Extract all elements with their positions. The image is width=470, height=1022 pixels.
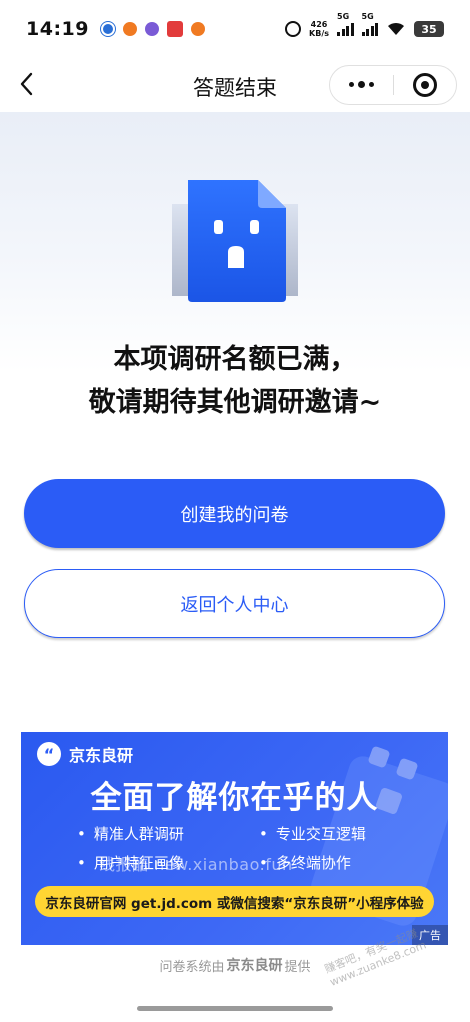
nav-bar: 答题结束: [0, 58, 470, 112]
signal-label: 5G: [361, 12, 374, 21]
more-menu-button[interactable]: [330, 81, 393, 88]
network-speed: 426 KB/s: [309, 20, 329, 38]
network-speed-value: 426: [310, 20, 328, 29]
footer-brand: 京东良研: [226, 958, 283, 974]
network-speed-unit: KB/s: [309, 29, 329, 38]
app-notification-icon: [100, 22, 115, 36]
back-to-profile-button[interactable]: 返回个人中心: [24, 569, 445, 638]
status-indicators: 426 KB/s 5G 5G 35: [285, 12, 444, 38]
footer-suffix: 提供: [284, 959, 311, 975]
close-miniprogram-button[interactable]: [394, 73, 456, 97]
overlay-watermark: 线报酷 new.xianbao.fun: [99, 855, 293, 874]
footer-prefix: 问卷系统由: [159, 959, 225, 975]
ad-headline: 全面了解你在乎的人: [90, 780, 379, 816]
miniprogram-capsule: [329, 65, 457, 105]
app-notification-icon: [190, 22, 205, 36]
target-icon: [412, 73, 437, 97]
brand-logo-icon: “: [37, 742, 61, 766]
home-indicator[interactable]: [137, 1006, 333, 1011]
alarm-icon: [285, 21, 302, 37]
app-notification-icon: [166, 21, 183, 37]
create-survey-button[interactable]: 创建我的问卷: [24, 479, 445, 548]
notification-icons: [100, 21, 205, 37]
battery-icon: 35: [414, 21, 444, 37]
ad-brand-name: 京东良研: [69, 746, 134, 765]
ad-banner[interactable]: “ 京东良研 全面了解你在乎的人 精准人群调研 专业交互逻辑 用户特征画像 多终…: [21, 732, 448, 945]
status-bar: 14:19 426 KB/s 5G 5G 35: [0, 0, 470, 58]
result-message: 本项调研名额已满， 敬请期待其他调研邀请~: [0, 338, 470, 424]
ad-feature: 专业交互逻辑: [259, 823, 366, 844]
full-quota-illustration: [170, 176, 300, 306]
signal-label: 5G: [337, 12, 350, 21]
status-time: 14:19: [26, 18, 89, 40]
ad-cta[interactable]: 京东良研官网 get.jd.com 或微信搜索“京东良研”小程序体验: [35, 886, 434, 917]
app-notification-icon: [144, 22, 159, 36]
result-message-line1: 本项调研名额已满，: [113, 344, 357, 375]
signal-icon: 5G: [337, 12, 354, 36]
result-message-line2: 敬请期待其他调研邀请~: [88, 387, 382, 418]
wifi-icon: [386, 20, 406, 38]
app-notification-icon: [122, 22, 137, 36]
ad-feature: 精准人群调研: [77, 823, 184, 844]
ad-brand: “ 京东良研: [37, 742, 133, 766]
signal-icon: 5G: [361, 12, 378, 36]
